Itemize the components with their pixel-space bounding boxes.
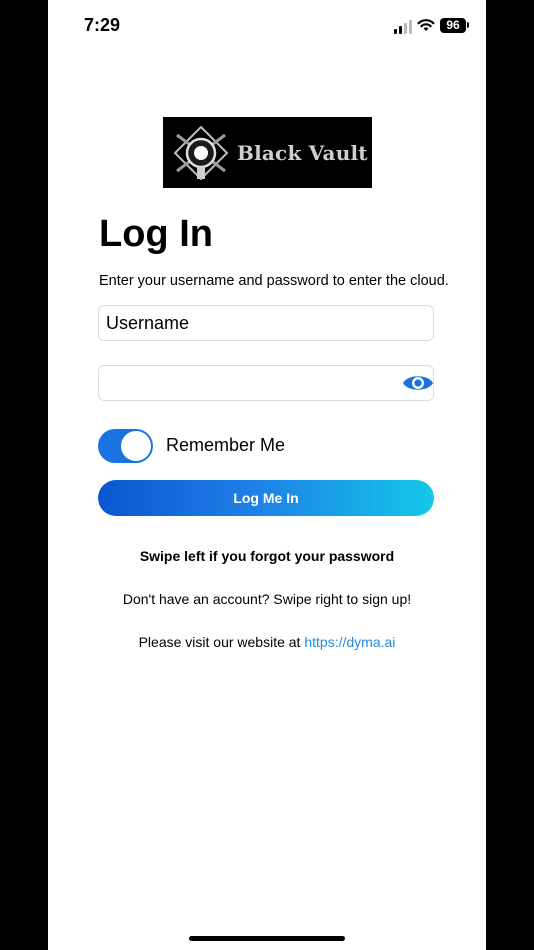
logo-text: Black Vault [237,140,368,165]
toggle-knob [121,431,151,461]
page-title: Log In [99,213,213,255]
password-input[interactable] [98,365,434,401]
eye-icon[interactable] [402,372,434,394]
login-button[interactable]: Log Me In [98,480,434,516]
username-input[interactable] [98,305,434,341]
vault-emblem-icon [173,125,229,180]
wifi-icon [417,19,435,31]
battery-icon: 96 [440,18,466,33]
status-time: 7:29 [84,15,121,35]
status-bar: 7:29 96 [48,0,486,50]
app-logo: Black Vault [163,117,372,188]
website-text: Please visit our website at https://dyma… [48,634,486,650]
website-link[interactable]: https://dyma.ai [304,634,395,650]
battery-nub [467,22,469,28]
signal-icon [394,20,412,34]
login-subtitle: Enter your username and password to ente… [99,273,449,289]
home-indicator[interactable] [189,936,345,941]
remember-me-toggle[interactable] [98,429,153,463]
remember-me-label: Remember Me [166,435,286,455]
website-prefix: Please visit our website at [138,634,301,650]
signup-text: Don't have an account? Swipe right to si… [122,591,412,607]
app-screen: 7:29 96 Black Vault Log In Enter your us… [48,0,486,950]
forgot-password-text: Swipe left if you forgot your password [139,548,395,564]
